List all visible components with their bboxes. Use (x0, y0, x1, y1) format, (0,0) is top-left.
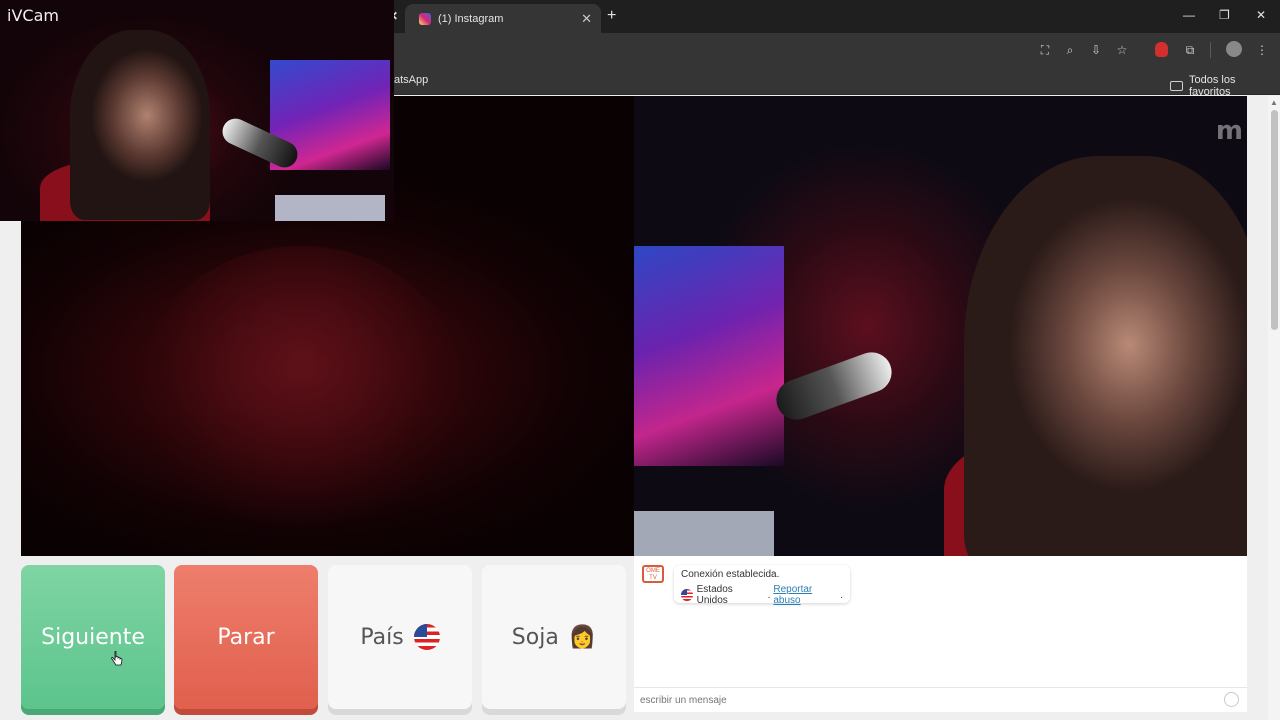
minimize-button[interactable]: — (1183, 8, 1195, 22)
separator-dot: . (767, 589, 771, 601)
report-suffix: . (840, 589, 843, 601)
ivcam-preview-window[interactable]: iVCam (0, 0, 394, 221)
partner-country: Estados Unidos (696, 584, 733, 606)
stop-label: Parar (217, 624, 275, 650)
new-tab-button[interactable]: + (607, 7, 616, 25)
folder-icon (1170, 81, 1183, 91)
watermark-logo: m (1215, 116, 1243, 146)
report-abuse-link[interactable]: Reportar abuso (773, 584, 840, 606)
instagram-icon (419, 12, 431, 25)
all-bookmarks-button[interactable]: Todos los favoritos (1170, 74, 1280, 98)
country-button[interactable]: País (328, 565, 472, 709)
bookmark-star-icon[interactable]: ☆ (1114, 42, 1130, 58)
screen: ✕ (1) Instagram ✕ + — ❐ ✕ ⛶ ⌕ ⇩ ☆ ⧉ ⋮ at… (0, 0, 1280, 720)
ometv-logo: OME TV (642, 565, 664, 583)
tab-title: (1) Instagram (438, 12, 504, 25)
keyboard-image (634, 511, 774, 556)
us-flag-icon (681, 589, 693, 601)
translate-icon[interactable]: ⛶ (1037, 42, 1053, 58)
bookmark-whatsapp[interactable]: atsApp (394, 74, 428, 86)
us-flag-icon (413, 624, 440, 650)
gender-button[interactable]: Soja 👩 (482, 565, 626, 709)
next-label: Siguiente (41, 624, 145, 650)
partner-info: Estados Unidos . Reportar abuso . (681, 584, 843, 606)
zoom-icon[interactable]: ⌕ (1062, 42, 1078, 58)
ivcam-person (70, 30, 210, 220)
hand-cursor-icon (111, 651, 123, 666)
pc-lights (634, 246, 784, 466)
extensions-icon[interactable]: ⧉ (1182, 42, 1198, 58)
microphone-image (770, 346, 898, 426)
all-bookmarks-label: Todos los favoritos (1188, 74, 1236, 98)
extension-icon[interactable] (1155, 42, 1168, 57)
gender-label: Soja (511, 624, 559, 650)
chat-input-bar (634, 687, 1247, 712)
country-label: País (360, 624, 404, 650)
ivcam-keyboard (275, 195, 385, 221)
emoji-picker-icon[interactable] (1224, 692, 1239, 707)
menu-icon[interactable]: ⋮ (1254, 42, 1270, 58)
local-video-face (141, 246, 461, 526)
restore-button[interactable]: ❐ (1219, 8, 1230, 22)
scrollbar-thumb[interactable] (1271, 110, 1278, 330)
install-app-icon[interactable]: ⇩ (1088, 42, 1104, 58)
person-face (964, 156, 1247, 556)
message-input[interactable] (640, 691, 1210, 709)
remote-video: m (634, 96, 1247, 556)
profile-avatar[interactable] (1226, 41, 1242, 57)
scroll-up-icon[interactable]: ▲ (1270, 98, 1278, 107)
woman-icon: 👩 (568, 624, 597, 650)
ivcam-title: iVCam (7, 6, 59, 25)
toolbar-divider (1210, 42, 1211, 58)
tab-instagram[interactable]: (1) Instagram ✕ (405, 4, 601, 33)
chat-system-message: Conexión establecida. Estados Unidos . R… (674, 565, 850, 606)
page-scrollbar[interactable]: ▲ (1268, 96, 1280, 720)
close-window-button[interactable]: ✕ (1256, 8, 1266, 22)
stop-button[interactable]: Parar (174, 565, 318, 709)
connection-status: Conexión establecida. (681, 569, 780, 580)
tab-close-icon[interactable]: ✕ (581, 11, 592, 27)
next-button[interactable]: Siguiente (21, 565, 165, 709)
